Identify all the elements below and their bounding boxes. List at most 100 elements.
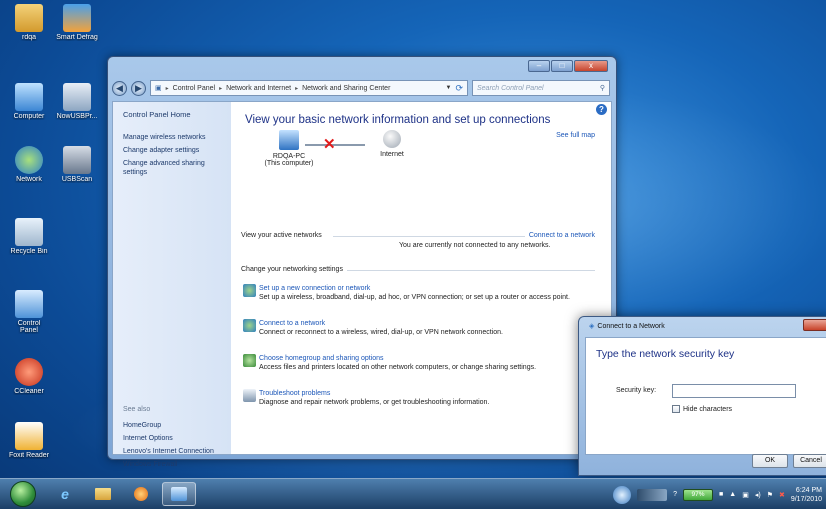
desktop-icon-recycle-bin[interactable]: Recycle Bin bbox=[4, 218, 54, 255]
see-also-windows-firewall[interactable]: Windows Firewall bbox=[123, 461, 177, 468]
network-small-icon: ◈ bbox=[589, 323, 595, 330]
desktop-icon-label: NowUSBPr... bbox=[56, 113, 98, 120]
network-tray-icon[interactable]: ▣ bbox=[742, 491, 749, 499]
control-panel-home-link[interactable]: Control Panel Home bbox=[123, 110, 221, 119]
taskbar-ie-button[interactable]: e bbox=[48, 482, 82, 506]
task-link[interactable]: Connect to a network bbox=[259, 319, 599, 328]
task-setup-connection: Set up a new connection or network Set u… bbox=[243, 284, 599, 303]
connect-to-network-link[interactable]: Connect to a network bbox=[529, 232, 595, 239]
checkbox-box[interactable] bbox=[672, 405, 680, 413]
back-button[interactable]: ◀ bbox=[112, 80, 127, 96]
desktop-icon-usbscan[interactable]: USBScan bbox=[52, 146, 102, 183]
usb-icon bbox=[63, 83, 91, 111]
help-tray-icon[interactable]: ? bbox=[673, 491, 677, 498]
search-box[interactable]: Search Control Panel ⚲ bbox=[472, 80, 610, 96]
security-key-input[interactable] bbox=[672, 384, 796, 398]
taskbar-media-player-button[interactable] bbox=[124, 482, 158, 506]
desktop-icon-label: rdqa bbox=[21, 34, 36, 41]
dialog-footer: OK Cancel bbox=[585, 451, 826, 471]
desktop-icon-label: Computer bbox=[13, 113, 45, 120]
connect-to-network-dialog: ◈ Connect to a Network Type the network … bbox=[578, 316, 826, 476]
cancel-button[interactable]: Cancel bbox=[793, 454, 826, 468]
task-troubleshoot: Troubleshoot problems Diagnose and repai… bbox=[243, 389, 599, 408]
network-sharing-center-window: – □ x ◀ ▶ ▣ ▸ Control Panel ▸ Network an… bbox=[107, 56, 617, 468]
see-also-homegroup[interactable]: HomeGroup bbox=[123, 422, 161, 429]
sidebar-task-change-adapter[interactable]: Change adapter settings bbox=[123, 146, 221, 155]
desktop-icon-nowusb[interactable]: NowUSBPr... bbox=[52, 83, 102, 120]
see-also-internet-options[interactable]: Internet Options bbox=[123, 435, 173, 442]
internet-node[interactable]: Internet bbox=[357, 130, 427, 158]
folder-icon bbox=[95, 488, 111, 500]
task-description: Access files and printers located on oth… bbox=[259, 364, 537, 371]
this-computer-node[interactable]: RDQA-PC (This computer) bbox=[249, 130, 329, 167]
globe-icon bbox=[383, 130, 401, 148]
breadcrumb-control-panel[interactable]: Control Panel bbox=[173, 85, 215, 92]
signal-strength-icon[interactable] bbox=[637, 488, 668, 501]
dialog-body: Type the network security key Security k… bbox=[585, 337, 826, 455]
see-full-map-link[interactable]: See full map bbox=[556, 132, 595, 139]
address-bar[interactable]: ▣ ▸ Control Panel ▸ Network and Internet… bbox=[150, 80, 468, 96]
breadcrumb-network-internet[interactable]: Network and Internet bbox=[226, 85, 291, 92]
dialog-heading: Type the network security key bbox=[596, 348, 735, 360]
desktop-icon-rdqa[interactable]: rdqa bbox=[4, 4, 54, 41]
network-map: RDQA-PC (This computer) ✕ Internet bbox=[249, 130, 449, 190]
show-hidden-icons[interactable]: ▲ bbox=[729, 491, 736, 498]
window-content: Control Panel Home Manage wireless netwo… bbox=[112, 101, 612, 468]
lenovo-connection-icon[interactable] bbox=[613, 485, 632, 504]
desktop-icon-network[interactable]: Network bbox=[4, 146, 54, 183]
main-panel: ? View your basic network information an… bbox=[231, 102, 611, 454]
maximize-button[interactable]: □ bbox=[551, 60, 573, 72]
taskbar-control-panel-button[interactable] bbox=[162, 482, 196, 506]
control-panel-icon bbox=[171, 487, 187, 501]
see-also-lenovo-connection[interactable]: Lenovo's Internet Connection bbox=[123, 448, 214, 455]
battery-indicator[interactable]: 97% bbox=[683, 488, 714, 501]
window-controls: – □ x bbox=[528, 60, 608, 72]
close-button[interactable]: x bbox=[574, 60, 608, 72]
computer-subtitle: (This computer) bbox=[264, 160, 314, 167]
search-icon[interactable]: ⚲ bbox=[600, 84, 605, 92]
address-dropdown-icon[interactable]: ▼ bbox=[446, 85, 452, 91]
refresh-icon[interactable]: ⟳ bbox=[455, 83, 463, 94]
dialog-title-bar: ◈ Connect to a Network bbox=[589, 322, 665, 331]
desktop-icon-control-panel[interactable]: Control Panel bbox=[4, 290, 54, 334]
power-icon[interactable]: ■ bbox=[719, 491, 723, 498]
troubleshoot-icon bbox=[243, 389, 256, 402]
hide-characters-checkbox[interactable]: Hide characters bbox=[672, 405, 732, 413]
connect-network-icon bbox=[243, 319, 256, 332]
breadcrumb-separator: ▸ bbox=[219, 85, 223, 92]
task-link[interactable]: Choose homegroup and sharing options bbox=[259, 354, 599, 363]
desktop-icon-ccleaner[interactable]: CCleaner bbox=[4, 358, 54, 395]
desktop-icon-label: Smart Defrag bbox=[56, 34, 98, 41]
sidebar-task-manage-wireless[interactable]: Manage wireless networks bbox=[123, 133, 221, 142]
ok-button[interactable]: OK bbox=[752, 454, 788, 468]
volume-icon[interactable]: ◂) bbox=[755, 491, 761, 499]
see-also-heading: See also bbox=[123, 406, 151, 413]
start-button[interactable] bbox=[10, 481, 36, 507]
action-center-icon[interactable]: ⚑ bbox=[767, 491, 773, 499]
forward-button[interactable]: ▶ bbox=[131, 80, 146, 96]
task-sidebar: Control Panel Home Manage wireless netwo… bbox=[113, 102, 231, 468]
desktop-icon-smart-defrag[interactable]: Smart Defrag bbox=[52, 4, 102, 41]
minimize-button[interactable]: – bbox=[528, 60, 550, 72]
dialog-title: Connect to a Network bbox=[597, 322, 665, 330]
pdf-reader-icon bbox=[15, 422, 43, 450]
task-link[interactable]: Troubleshoot problems bbox=[259, 389, 599, 398]
active-networks-row: View your active networks Connect to a n… bbox=[241, 232, 595, 239]
hide-characters-label: Hide characters bbox=[683, 405, 733, 413]
sidebar-task-advanced-sharing[interactable]: Change advanced sharing settings bbox=[123, 159, 221, 177]
desktop-icon-foxit[interactable]: Foxit Reader bbox=[4, 422, 54, 459]
task-link[interactable]: Set up a new connection or network bbox=[259, 284, 599, 293]
clock-date: 9/17/2010 bbox=[790, 495, 822, 503]
breadcrumb-network-sharing-center[interactable]: Network and Sharing Center bbox=[302, 85, 390, 92]
clock[interactable]: 6:24 PM 9/17/2010 bbox=[791, 486, 822, 504]
homegroup-icon bbox=[243, 354, 256, 367]
ccleaner-icon bbox=[15, 358, 43, 386]
dialog-close-button[interactable] bbox=[803, 319, 826, 331]
desktop-icon-label: Foxit Reader bbox=[8, 452, 50, 459]
desktop-icon-computer[interactable]: Computer bbox=[4, 83, 54, 120]
divider bbox=[347, 270, 595, 271]
taskbar-explorer-button[interactable] bbox=[86, 482, 120, 506]
help-icon[interactable]: ? bbox=[596, 104, 607, 115]
no-network-icon[interactable]: ✖ bbox=[779, 491, 785, 499]
task-homegroup-sharing: Choose homegroup and sharing options Acc… bbox=[243, 354, 599, 373]
